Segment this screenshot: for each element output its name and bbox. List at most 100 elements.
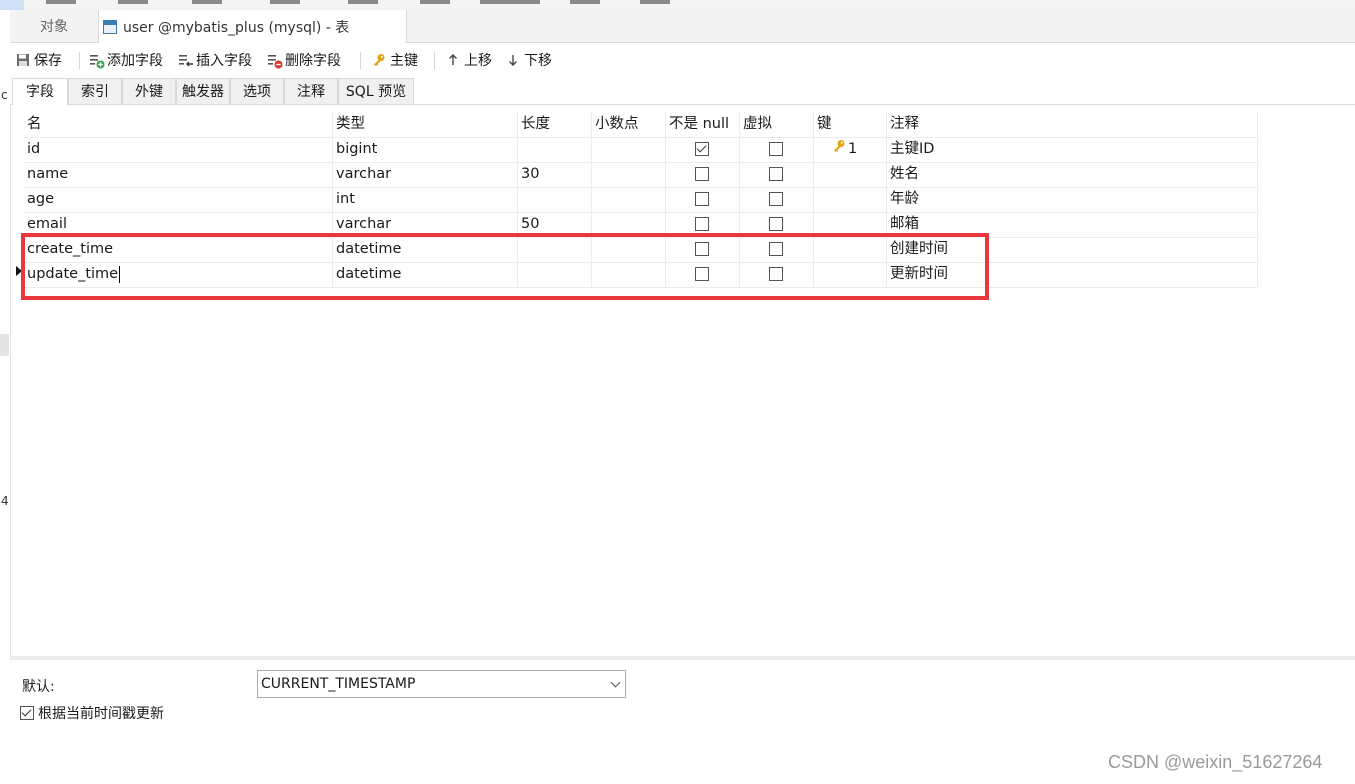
add-field-icon [89, 53, 105, 69]
tab-comment[interactable]: 注释 [284, 78, 338, 104]
cell-decimals[interactable] [592, 162, 666, 187]
header-length[interactable]: 长度 [518, 112, 592, 137]
grid-header-row: 名 类型 长度 小数点 不是 null 虚拟 键 注释 [24, 112, 1258, 138]
cell-not-null[interactable] [666, 187, 740, 212]
cell-comment[interactable]: 年龄 [887, 187, 1258, 212]
header-name[interactable]: 名 [24, 112, 333, 137]
toolbar: 保存 添加字段 插入字段 删除字段 主键 上移 下移 [10, 43, 1355, 77]
cell-text: age [27, 191, 55, 207]
watermark: CSDN @weixin_51627264 [1108, 752, 1323, 772]
checkbox-virtual[interactable] [769, 142, 783, 156]
cell-text: id [27, 141, 41, 157]
insert-field-label: 插入字段 [196, 53, 252, 69]
delete-field-icon [267, 53, 283, 69]
cell-comment[interactable]: 姓名 [887, 162, 1258, 187]
menu-item-cutoff [270, 0, 300, 4]
move-up-button[interactable]: 上移 [446, 43, 492, 77]
table-row[interactable]: age int 年龄 [24, 187, 1258, 213]
key-icon [832, 137, 846, 162]
insert-field-button[interactable]: 插入字段 [178, 43, 252, 77]
cell-name[interactable]: name [24, 162, 333, 187]
move-down-button[interactable]: 下移 [506, 43, 552, 77]
cell-virtual[interactable] [740, 137, 814, 162]
cell-type[interactable]: varchar [333, 162, 518, 187]
cell-type[interactable]: int [333, 187, 518, 212]
cell-text: 姓名 [890, 166, 919, 182]
tab-options[interactable]: 选项 [230, 78, 284, 104]
tab-sql-preview[interactable]: SQL 预览 [338, 78, 414, 104]
cell-name[interactable]: age [24, 187, 333, 212]
default-value-select[interactable]: CURRENT_TIMESTAMP [257, 670, 626, 698]
cell-name[interactable]: id [24, 137, 333, 162]
checkbox-virtual[interactable] [769, 167, 783, 181]
cell-length[interactable] [518, 137, 592, 162]
cell-text: name [27, 166, 69, 182]
table-row[interactable]: name varchar 30 姓名 [24, 162, 1258, 188]
cell-text: bigint [336, 141, 378, 157]
primary-key-label: 主键 [390, 53, 418, 69]
header-decimals[interactable]: 小数点 [592, 112, 666, 137]
move-down-label: 下移 [524, 53, 552, 69]
gutter-text: 4 [1, 494, 9, 508]
cell-key[interactable]: 1 [814, 137, 887, 162]
cell-decimals[interactable] [592, 187, 666, 212]
checkbox-not-null[interactable] [695, 167, 709, 181]
cell-decimals[interactable] [592, 137, 666, 162]
arrow-down-icon [506, 53, 520, 67]
delete-field-button[interactable]: 删除字段 [267, 43, 341, 77]
annotation-highlight-box [21, 233, 989, 300]
checkbox-not-null[interactable] [695, 142, 709, 156]
checkbox-virtual[interactable] [769, 192, 783, 206]
add-field-label: 添加字段 [107, 53, 163, 69]
default-value: CURRENT_TIMESTAMP [261, 676, 416, 692]
header-key[interactable]: 键 [814, 112, 887, 137]
cell-text: 主键ID [890, 141, 935, 157]
checkbox-on-update[interactable] [20, 706, 34, 720]
gutter-text: c [1, 88, 8, 102]
menu-bar-cutoff [0, 0, 1355, 10]
cell-type[interactable]: bigint [333, 137, 518, 162]
cell-virtual[interactable] [740, 162, 814, 187]
cell-length[interactable] [518, 187, 592, 212]
cell-length[interactable]: 30 [518, 162, 592, 187]
key-order: 1 [848, 141, 858, 157]
cell-key[interactable] [814, 187, 887, 212]
delete-field-label: 删除字段 [285, 53, 341, 69]
save-icon [16, 53, 30, 67]
key-icon [372, 53, 386, 67]
header-type[interactable]: 类型 [333, 112, 518, 137]
cell-not-null[interactable] [666, 162, 740, 187]
gutter-scroll[interactable] [0, 334, 9, 356]
header-not-null[interactable]: 不是 null [666, 112, 740, 137]
menu-item-cutoff [480, 0, 540, 4]
tab-user-table[interactable]: user @mybatis_plus (mysql) - 表 [98, 10, 407, 43]
add-field-button[interactable]: 添加字段 [89, 43, 163, 77]
cell-text: 50 [521, 216, 540, 232]
document-tab-bar: 对象 user @mybatis_plus (mysql) - 表 [10, 10, 1355, 43]
cell-text: varchar [336, 166, 392, 182]
cell-not-null[interactable] [666, 137, 740, 162]
save-button[interactable]: 保存 [16, 43, 62, 77]
cell-comment[interactable]: 主键ID [887, 137, 1258, 162]
menu-item-cutoff [192, 0, 222, 4]
tab-fields[interactable]: 字段 [12, 78, 68, 105]
tab-foreign-keys[interactable]: 外键 [122, 78, 176, 104]
menu-item-cutoff [570, 0, 600, 4]
on-update-checkbox[interactable]: 根据当前时间戳更新 [20, 704, 164, 722]
checkbox-not-null[interactable] [695, 192, 709, 206]
checkbox-virtual[interactable] [769, 217, 783, 231]
menu-selected-cutoff [0, 0, 24, 10]
checkbox-not-null[interactable] [695, 217, 709, 231]
cell-virtual[interactable] [740, 187, 814, 212]
chevron-down-icon [610, 677, 621, 688]
primary-key-button[interactable]: 主键 [372, 43, 418, 77]
header-comment[interactable]: 注释 [887, 112, 1258, 137]
table-row[interactable]: id bigint 1 主键ID [24, 137, 1258, 163]
tab-triggers[interactable]: 触发器 [176, 78, 230, 104]
tab-indexes[interactable]: 索引 [68, 78, 122, 104]
header-virtual[interactable]: 虚拟 [740, 112, 814, 137]
cell-key[interactable] [814, 162, 887, 187]
designer-tabs: 字段 索引 外键 触发器 选项 注释 SQL 预览 [10, 78, 1355, 105]
table-icon [103, 19, 117, 34]
tab-objects[interactable]: 对象 [10, 10, 98, 42]
